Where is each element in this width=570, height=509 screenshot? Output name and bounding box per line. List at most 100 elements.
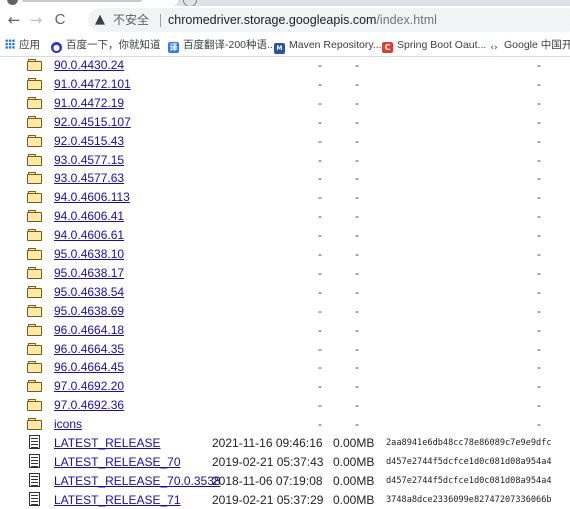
file-size: - — [355, 247, 359, 261]
folder-link[interactable]: 93.0.4577.15 — [54, 151, 124, 169]
bookmark-maven[interactable]: M Maven Repository... — [274, 37, 382, 54]
modified-date: - — [318, 114, 322, 129]
file-size: - — [355, 133, 359, 148]
text-file-icon — [29, 491, 40, 506]
etag: - — [537, 303, 541, 318]
folder-row: 94.0.4606.61 - - - — [0, 226, 570, 244]
modified-date: 2019-02-21 05:37:43 — [212, 454, 324, 469]
folder-link[interactable]: 96.0.4664.45 — [54, 358, 124, 376]
url-host: chromedriver.storage.googleapis.com — [168, 13, 377, 27]
folder-icon — [27, 323, 42, 336]
file-size: - — [355, 322, 359, 337]
file-size: 0.00MB — [333, 436, 375, 450]
etag: - — [537, 228, 541, 243]
folder-icon — [27, 361, 42, 374]
folder-icon — [27, 115, 42, 128]
folder-link[interactable]: 91.0.4472.101 — [54, 75, 131, 93]
folder-link[interactable]: 90.0.4430.24 — [54, 56, 124, 74]
folder-link[interactable]: 93.0.4577.63 — [54, 169, 124, 187]
bookmark-google-dev[interactable]: ‹› Google 中国开发 — [488, 37, 570, 53]
folder-icon — [27, 59, 42, 71]
folder-link[interactable]: 94.0.4606.41 — [54, 207, 124, 225]
url-text[interactable]: chromedriver.storage.googleapis.com/inde… — [168, 12, 437, 28]
folder-icon — [27, 96, 42, 109]
folder-link[interactable]: 95.0.4638.10 — [54, 245, 124, 263]
url-path: /index.html — [376, 13, 437, 27]
file-size: - — [355, 228, 359, 243]
folder-row: 95.0.4638.10 - - - — [0, 245, 570, 263]
bookmark-label: Google 中国开发 — [504, 39, 570, 51]
folder-link[interactable]: 95.0.4638.17 — [54, 264, 124, 282]
text-file-icon — [29, 453, 40, 468]
folder-link[interactable]: 94.0.4606.113 — [54, 188, 130, 206]
folder-row: 96.0.4664.45 - - - — [0, 358, 570, 376]
folder-link[interactable]: 96.0.4664.18 — [54, 321, 124, 339]
folder-row: 96.0.4664.18 - - - — [0, 321, 570, 339]
modified-date: 2019-02-21 05:37:29 — [212, 492, 324, 507]
address-bar[interactable]: ▲ 不安全 chromedriver.storage.googleapis.co… — [88, 8, 570, 32]
file-size: - — [355, 114, 359, 129]
etag: - — [537, 114, 541, 129]
folder-link[interactable]: 92.0.4515.43 — [54, 132, 124, 150]
bookmark-spring-boot[interactable]: C Spring Boot Oaut... — [382, 37, 486, 53]
file-size: - — [355, 58, 359, 72]
folder-link[interactable]: 92.0.4515.107 — [54, 113, 131, 131]
file-link[interactable]: LATEST_RELEASE_70 — [54, 453, 181, 471]
etag: d457e2744f5dcfce1d0c081d08a954a4 — [386, 456, 552, 467]
file-link[interactable]: LATEST_RELEASE_71 — [54, 491, 181, 509]
folder-link[interactable]: 95.0.4638.69 — [54, 302, 124, 320]
warning-triangle-icon[interactable]: ▲ — [95, 12, 105, 28]
csdn-c-icon: C — [382, 42, 393, 53]
file-link[interactable]: LATEST_RELEASE — [54, 434, 161, 452]
folder-row: 91.0.4472.19 - - - — [0, 94, 570, 112]
folder-row: 97.0.4692.36 - - - — [0, 396, 570, 414]
modified-date: - — [318, 209, 322, 224]
bookmark-apps[interactable]: 应用 — [5, 37, 40, 53]
etag: - — [537, 398, 541, 413]
modified-date: - — [318, 379, 322, 394]
bookmark-label: 百度一下，你就知道 — [66, 39, 161, 51]
etag: - — [537, 341, 541, 356]
file-size: - — [355, 190, 359, 205]
folder-link[interactable]: icons — [54, 415, 82, 433]
bookmark-baidu[interactable]: ● 百度一下，你就知道 — [51, 37, 161, 53]
file-row: LATEST_RELEASE_70.0.3538 2018-11-06 07:19… — [0, 472, 570, 490]
file-link[interactable]: LATEST_RELEASE_70.0.3538 — [54, 472, 221, 490]
folder-link[interactable]: 96.0.4664.35 — [54, 340, 124, 358]
folder-link[interactable]: 95.0.4638.54 — [54, 283, 124, 301]
reload-button[interactable]: C — [50, 10, 70, 30]
folder-row: icons - - - — [0, 415, 570, 433]
not-secure-label[interactable]: 不安全 — [113, 12, 149, 28]
folder-row: 94.0.4606.41 - - - — [0, 207, 570, 225]
bookmark-baidu-translate[interactable]: 译百度翻译-200种语... — [168, 37, 276, 53]
modified-date: - — [318, 303, 322, 318]
etag: - — [537, 133, 541, 148]
etag: - — [537, 58, 541, 72]
bookmark-label: 应用 — [19, 39, 40, 51]
folder-row: 93.0.4577.15 - - - — [0, 151, 570, 169]
modified-date: - — [318, 284, 322, 299]
folder-link[interactable]: 94.0.4606.61 — [54, 226, 124, 244]
browser-toolbar: ← → C ▲ 不安全 chromedriver.storage.googlea… — [0, 6, 570, 34]
file-size: 0.00MB — [333, 492, 375, 507]
etag: - — [537, 95, 541, 110]
folder-link[interactable]: 97.0.4692.36 — [54, 396, 124, 414]
modified-date: - — [318, 133, 322, 148]
folder-link[interactable]: 97.0.4692.20 — [54, 377, 124, 395]
modified-date: - — [318, 398, 322, 413]
folder-link[interactable]: 91.0.4472.19 — [54, 94, 124, 112]
maven-icon: M — [274, 43, 285, 54]
modified-date: - — [318, 360, 322, 375]
back-button[interactable]: ← — [4, 10, 24, 30]
modified-date: - — [318, 417, 322, 432]
file-size: - — [355, 341, 359, 356]
modified-date: - — [318, 190, 322, 205]
bookmarks-bar: 应用 ● 百度一下，你就知道 译百度翻译-200种语... M Maven Repo… — [0, 34, 570, 57]
etag: - — [537, 152, 541, 167]
folder-row: 95.0.4638.54 - - - — [0, 283, 570, 301]
etag: - — [537, 265, 541, 280]
file-size: - — [355, 95, 359, 110]
forward-button[interactable]: → — [26, 10, 46, 30]
etag: - — [537, 247, 541, 261]
bookmark-label: Spring Boot Oaut... — [397, 39, 487, 51]
